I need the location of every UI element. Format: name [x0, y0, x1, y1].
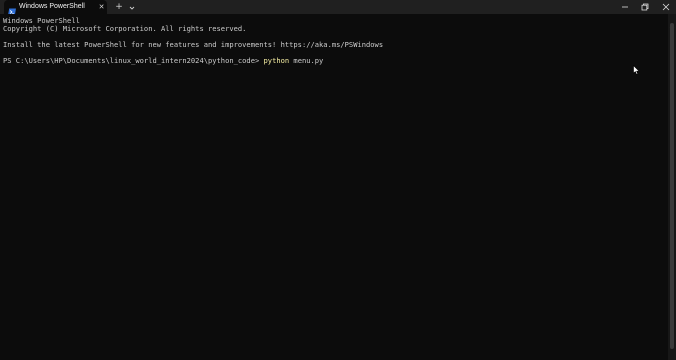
- vertical-scrollbar[interactable]: [668, 14, 676, 360]
- terminal-line: Copyright (C) Microsoft Corporation. All…: [3, 24, 247, 33]
- terminal-output[interactable]: Windows PowerShell Copyright (C) Microso…: [0, 14, 668, 360]
- command-argument: menu.py: [289, 56, 324, 65]
- mouse-pointer-icon: [633, 62, 640, 75]
- restore-icon: [641, 3, 649, 11]
- title-bar[interactable]: Windows PowerShell ✕ +: [0, 0, 676, 16]
- tab-close-button[interactable]: ✕: [97, 2, 106, 12]
- command-name: python: [263, 56, 290, 65]
- scroll-up-button[interactable]: [669, 16, 675, 28]
- close-icon: [662, 3, 670, 11]
- restore-button[interactable]: [635, 0, 655, 14]
- minimize-button[interactable]: [615, 0, 635, 14]
- tab-title: Windows PowerShell: [19, 3, 85, 10]
- tab-windows-powershell[interactable]: Windows PowerShell ✕: [4, 0, 107, 16]
- new-tab-button[interactable]: +: [113, 1, 125, 13]
- powershell-icon: [8, 3, 16, 16]
- terminal-line: Install the latest PowerShell for new fe…: [3, 40, 384, 49]
- scroll-down-button[interactable]: [669, 352, 675, 358]
- scrollbar-thumb[interactable]: [670, 23, 674, 349]
- powershell-window: Windows PowerShell ✕ + Windows PowerShel…: [0, 0, 676, 360]
- prompt-line: PS C:\Users\HP\Documents\linux_world_int…: [3, 57, 323, 65]
- tab-dropdown-button[interactable]: [126, 1, 138, 13]
- minimize-icon: [622, 6, 628, 8]
- close-window-button[interactable]: [656, 0, 676, 14]
- chevron-down-icon: [129, 6, 135, 10]
- prompt-path: PS C:\Users\HP\Documents\linux_world_int…: [3, 56, 264, 65]
